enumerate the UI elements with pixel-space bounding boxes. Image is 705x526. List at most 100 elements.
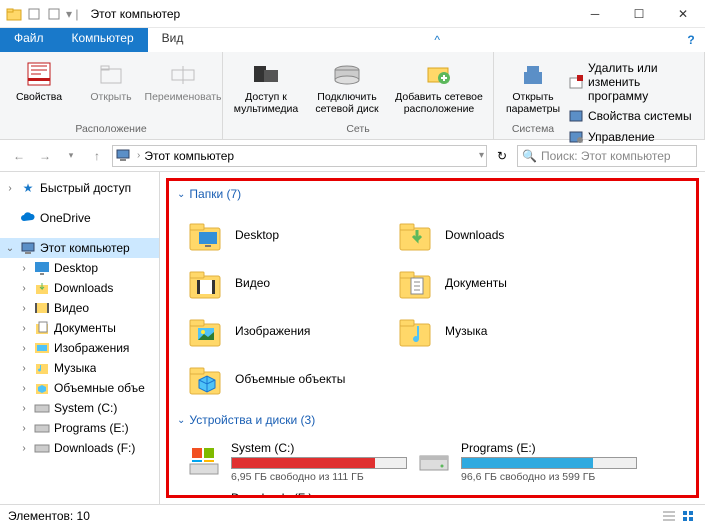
tab-view[interactable]: Вид	[148, 28, 198, 52]
add-location-button[interactable]: Добавить сетевое расположение	[393, 56, 485, 117]
drive-stats: 6,95 ГБ свободно из 111 ГБ	[231, 471, 407, 483]
drive-icon	[34, 420, 50, 436]
qat-icon-1[interactable]	[26, 6, 42, 22]
group-system-label: Система	[512, 121, 554, 135]
sidebar-downloads[interactable]: ›Downloads	[0, 278, 159, 298]
drive-item[interactable]: System (C:)6,95 ГБ свободно из 111 ГБ	[181, 437, 411, 487]
media-access-button[interactable]: Доступ к мультимедиа	[231, 56, 301, 117]
minimize-button[interactable]: ─	[573, 0, 617, 28]
uninstall-icon	[568, 74, 584, 90]
sys-props-button[interactable]: Свойства системы	[564, 107, 696, 125]
thispc-icon	[115, 147, 133, 165]
rename-icon	[167, 58, 199, 90]
sidebar-drive-f[interactable]: ›Downloads (F:)	[0, 438, 159, 458]
qat-icon-2[interactable]	[46, 6, 62, 22]
refresh-button[interactable]: ↻	[491, 145, 513, 167]
tab-file[interactable]: Файл	[0, 28, 58, 52]
settings-icon	[517, 58, 549, 90]
rename-button[interactable]: Переименовать	[152, 56, 214, 106]
folder-icon	[395, 263, 435, 303]
drive-item[interactable]: Programs (E:) 96,6 ГБ свободно из 599 ГБ	[411, 437, 641, 487]
sys-props-icon	[568, 108, 584, 124]
folder-item[interactable]: Видео	[181, 259, 391, 307]
tab-computer[interactable]: Компьютер	[58, 28, 148, 52]
folder-item[interactable]: Desktop	[181, 211, 391, 259]
view-thumbs-icon[interactable]	[681, 509, 697, 523]
map-drive-button[interactable]: Подключить сетевой диск	[311, 56, 383, 117]
sidebar-drive-c[interactable]: ›System (C:)	[0, 398, 159, 418]
folder-item[interactable]: Документы	[391, 259, 601, 307]
sidebar-3d[interactable]: ›Объемные объе	[0, 378, 159, 398]
pc-icon	[20, 240, 36, 256]
media-icon	[250, 58, 282, 90]
item-count: Элементов: 10	[8, 509, 90, 523]
sidebar-pictures[interactable]: ›Изображения	[0, 338, 159, 358]
drive-stats: 96,6 ГБ свободно из 599 ГБ	[461, 471, 637, 483]
open-icon	[95, 58, 127, 90]
folder-item[interactable]: Музыка	[391, 307, 601, 355]
folders-section-header[interactable]: ⌄ Папки (7)	[169, 181, 682, 207]
ribbon: Свойства Открыть Переименовать Расположе…	[0, 52, 705, 140]
nav-recent-button[interactable]: ▾	[60, 145, 82, 167]
uninstall-button[interactable]: Удалить или изменить программу	[564, 60, 696, 104]
video-icon	[34, 300, 50, 316]
group-location-label: Расположение	[75, 121, 146, 135]
drive-item[interactable]: Downloads (F:)	[181, 487, 411, 498]
drive-label: Downloads (F:)	[231, 491, 407, 498]
folder-label: Музыка	[445, 324, 487, 338]
sidebar-quick-access[interactable]: ›★Быстрый доступ	[0, 178, 159, 198]
statusbar: Элементов: 10	[0, 504, 705, 526]
sidebar-desktop[interactable]: ›Desktop	[0, 258, 159, 278]
drive-icon	[185, 491, 223, 498]
drives-section-header[interactable]: ⌄ Устройства и диски (3)	[169, 407, 682, 433]
folder-icon	[395, 311, 435, 351]
group-network-label: Сеть	[346, 121, 369, 135]
search-input[interactable]: 🔍 Поиск: Этот компьютер	[517, 145, 697, 167]
pictures-icon	[34, 340, 50, 356]
chevron-down-icon: ⌄	[177, 415, 185, 426]
sidebar-drive-e[interactable]: ›Programs (E:)	[0, 418, 159, 438]
folder-item[interactable]: Объемные объекты	[181, 355, 391, 403]
drive-icon	[34, 440, 50, 456]
map-drive-icon	[331, 58, 363, 90]
address-path[interactable]: › Этот компьютер ▾	[112, 145, 487, 167]
sidebar-onedrive[interactable]: OneDrive	[0, 208, 159, 228]
address-bar: ← → ▾ ↑ › Этот компьютер ▾ ↻ 🔍 Поиск: Эт…	[0, 140, 705, 172]
nav-sidebar: ›★Быстрый доступ OneDrive ⌄Этот компьюте…	[0, 172, 160, 504]
open-settings-button[interactable]: Открыть параметры	[502, 56, 564, 117]
sidebar-music[interactable]: ›Музыка	[0, 358, 159, 378]
sidebar-thispc[interactable]: ⌄Этот компьютер	[0, 238, 159, 258]
nav-back-button[interactable]: ←	[8, 145, 30, 167]
drive-usage-bar	[231, 457, 407, 469]
folder-label: Видео	[235, 276, 270, 290]
folder-item[interactable]: Downloads	[391, 211, 601, 259]
folder-label: Документы	[445, 276, 507, 290]
folder-label: Desktop	[235, 228, 279, 242]
close-button[interactable]: ✕	[661, 0, 705, 28]
drive-label: Programs (E:)	[461, 441, 637, 455]
maximize-button[interactable]: ☐	[617, 0, 661, 28]
folder-item[interactable]: Изображения	[181, 307, 391, 355]
view-details-icon[interactable]	[661, 509, 677, 523]
star-icon: ★	[20, 180, 36, 196]
sidebar-video[interactable]: ›Видео	[0, 298, 159, 318]
desktop-icon	[34, 260, 50, 276]
cloud-icon	[20, 210, 36, 226]
nav-forward-button[interactable]: →	[34, 145, 56, 167]
nav-up-button[interactable]: ↑	[86, 145, 108, 167]
ribbon-collapse-icon[interactable]: ^	[423, 28, 451, 52]
properties-button[interactable]: Свойства	[8, 56, 70, 106]
downloads-icon	[34, 280, 50, 296]
folder-label: Объемные объекты	[235, 372, 345, 386]
properties-icon	[23, 58, 55, 90]
open-button[interactable]: Открыть	[80, 56, 142, 106]
music-icon	[34, 360, 50, 376]
drive-icon	[34, 400, 50, 416]
sidebar-documents[interactable]: ›Документы	[0, 318, 159, 338]
folder-label: Downloads	[445, 228, 504, 242]
window-title: Этот компьютер	[84, 7, 573, 21]
folder-icon	[185, 359, 225, 399]
help-icon[interactable]: ?	[677, 28, 705, 52]
search-icon: 🔍	[522, 149, 537, 163]
folder-label: Изображения	[235, 324, 310, 338]
